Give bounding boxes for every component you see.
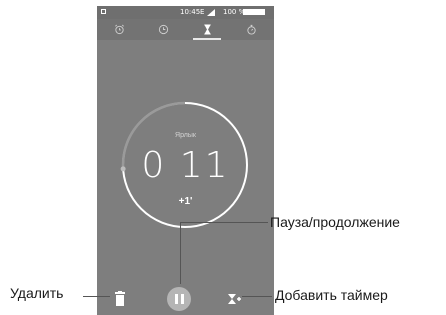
- timer-label[interactable]: Ярлык: [97, 132, 274, 139]
- tab-timer[interactable]: [185, 19, 229, 40]
- notification-icon: [101, 9, 106, 14]
- battery-icon: [243, 9, 265, 15]
- selected-tab-indicator: [193, 38, 221, 40]
- clock-tab-bar: [97, 19, 274, 40]
- timer-time: 0 11: [141, 145, 230, 186]
- callout-line-add-timer: [242, 296, 272, 297]
- hourglass-icon: [203, 24, 211, 35]
- pause-icon: [174, 294, 184, 304]
- tab-stopwatch[interactable]: [229, 19, 273, 40]
- signal-icon: [207, 9, 215, 16]
- callout-line-delete: [83, 296, 110, 297]
- add-minute-button[interactable]: +1': [97, 196, 274, 207]
- phone-screen: 10:45 E 100 % Ярлык 0 11 +1': [97, 6, 274, 315]
- callout-pause: Пауза/продолжение: [270, 214, 400, 230]
- stopwatch-icon: [246, 24, 256, 35]
- callout-delete: Удалить: [10, 285, 64, 301]
- callout-line-pause-h: [180, 222, 268, 223]
- callout-add-timer: Добавить таймер: [275, 287, 388, 303]
- tab-clock[interactable]: [141, 19, 185, 40]
- tab-alarm[interactable]: [97, 19, 141, 40]
- trash-icon[interactable]: [113, 291, 127, 307]
- status-bar: 10:45 E 100 %: [97, 6, 274, 19]
- callout-line-pause: [180, 222, 181, 284]
- status-battery-text: 100 %: [223, 8, 246, 16]
- status-time: 10:45: [180, 8, 201, 16]
- alarm-icon: [114, 24, 124, 35]
- status-network: E: [200, 8, 205, 16]
- pause-button[interactable]: [167, 287, 191, 311]
- add-timer-icon[interactable]: [227, 293, 241, 305]
- clock-icon: [158, 24, 168, 35]
